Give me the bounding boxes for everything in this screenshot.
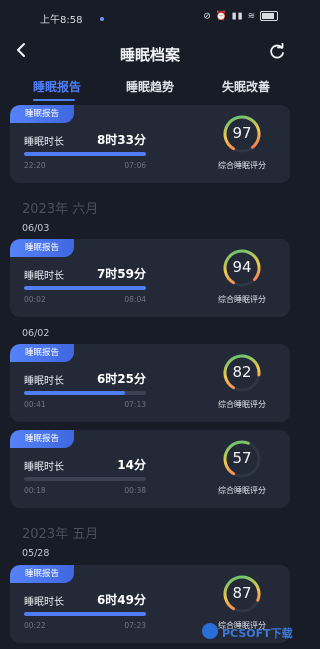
tab-sleep-report[interactable]: 睡眠报告 — [33, 78, 81, 95]
score-value: 94 — [232, 258, 252, 276]
score-label: 综合睡眠评分 — [218, 486, 266, 495]
sleep-report-card[interactable]: 睡眠报告 睡眠时长 6时25分 00:41 07:13 82 综合睡眠评分 — [10, 344, 290, 422]
alarm-icon: ⏰ — [215, 11, 228, 22]
tab-bar: 睡眠报告 睡眠趋势 失眠改善 — [0, 74, 300, 102]
watermark-logo: PCSOFT下载 — [200, 621, 296, 643]
sleep-start-time: 22:20 — [24, 161, 46, 170]
notification-dot-icon — [100, 17, 104, 21]
sleep-end-time: 07:06 — [124, 161, 146, 170]
watermark-text: PCSOFT下载 — [222, 627, 293, 640]
score-label: 综合睡眠评分 — [218, 161, 266, 170]
month-header: 2023年 六月 — [22, 202, 99, 217]
sleep-progress-fill — [24, 612, 146, 616]
sleep-start-time: 00:18 — [24, 486, 46, 495]
score-value: 57 — [232, 449, 252, 467]
duration-label: 睡眠时长 — [24, 462, 64, 473]
score-value: 82 — [232, 363, 252, 381]
sleep-progress-fill — [24, 391, 126, 395]
duration-value: 8时33分 — [96, 133, 146, 147]
status-time: 上午8:58 — [40, 15, 83, 26]
sleep-start-time: 00:41 — [24, 400, 46, 409]
refresh-icon — [270, 42, 284, 59]
page-title: 睡眠档案 — [119, 46, 180, 64]
report-tag: 睡眠报告 — [10, 105, 74, 123]
status-bar: 上午8:58 ⊘ ⏰ ▮▮ ≋ — [0, 0, 300, 34]
sleep-progress-track — [24, 612, 146, 616]
tab-sleep-trend[interactable]: 睡眠趋势 — [126, 78, 174, 95]
report-tag: 睡眠报告 — [10, 239, 74, 257]
sleep-end-time: 08:04 — [124, 295, 146, 304]
score-label: 综合睡眠评分 — [218, 400, 266, 409]
report-tag: 睡眠报告 — [10, 430, 74, 448]
duration-label: 睡眠时长 — [24, 271, 64, 282]
date-label: 06/02 — [22, 328, 50, 339]
duration-value: 6时49分 — [96, 593, 146, 607]
sleep-progress-fill — [24, 286, 146, 290]
tab-insomnia-improvement[interactable]: 失眠改善 — [222, 78, 270, 95]
duration-value: 7时59分 — [96, 267, 146, 281]
sleep-report-card[interactable]: 睡眠报告 睡眠时长 7时59分 00:02 08:04 94 综合睡眠评分 — [10, 239, 290, 317]
sleep-progress-track — [24, 286, 146, 290]
refresh-button[interactable] — [268, 42, 286, 61]
date-label: 05/28 — [22, 548, 50, 559]
duration-value: 14分 — [117, 458, 146, 472]
duration-value: 6时25分 — [96, 372, 146, 386]
report-list[interactable]: 睡眠报告 睡眠时长 8时33分 22:20 07:06 97 综合睡眠评分 20… — [0, 102, 300, 649]
score-label: 综合睡眠评分 — [218, 295, 266, 304]
sleep-end-time: 07:23 — [124, 621, 146, 630]
sleep-start-time: 00:22 — [24, 621, 46, 630]
status-icons: ⊘ ⏰ ▮▮ ≋ — [203, 11, 278, 22]
sleep-progress-track — [24, 391, 146, 395]
duration-label: 睡眠时长 — [24, 597, 64, 608]
active-tab-indicator — [33, 99, 75, 101]
battery-icon — [260, 11, 278, 21]
score-value: 97 — [232, 124, 252, 142]
app-header: 睡眠档案 — [0, 34, 300, 74]
sleep-end-time: 07:13 — [124, 400, 146, 409]
month-header: 2023年 五月 — [22, 527, 99, 542]
duration-label: 睡眠时长 — [24, 376, 64, 387]
sleep-end-time: 00:38 — [124, 486, 146, 495]
report-tag: 睡眠报告 — [10, 344, 74, 362]
duration-label: 睡眠时长 — [24, 137, 64, 148]
sleep-progress-track — [24, 477, 146, 481]
wifi-icon: ≋ — [247, 11, 257, 22]
sleep-progress-fill — [24, 152, 146, 156]
watermark-circle-icon — [202, 623, 218, 639]
signal-icon: ▮▮ — [231, 11, 244, 22]
date-label: 06/03 — [22, 223, 50, 234]
sleep-report-card[interactable]: 睡眠报告 睡眠时长 14分 00:18 00:38 57 综合睡眠评分 — [10, 430, 290, 508]
sleep-start-time: 00:02 — [24, 295, 46, 304]
dnd-icon: ⊘ — [203, 11, 212, 22]
score-value: 87 — [232, 584, 252, 602]
sleep-report-card[interactable]: 睡眠报告 睡眠时长 8时33分 22:20 07:06 97 综合睡眠评分 — [10, 105, 290, 183]
sleep-progress-track — [24, 152, 146, 156]
report-tag: 睡眠报告 — [10, 565, 74, 583]
